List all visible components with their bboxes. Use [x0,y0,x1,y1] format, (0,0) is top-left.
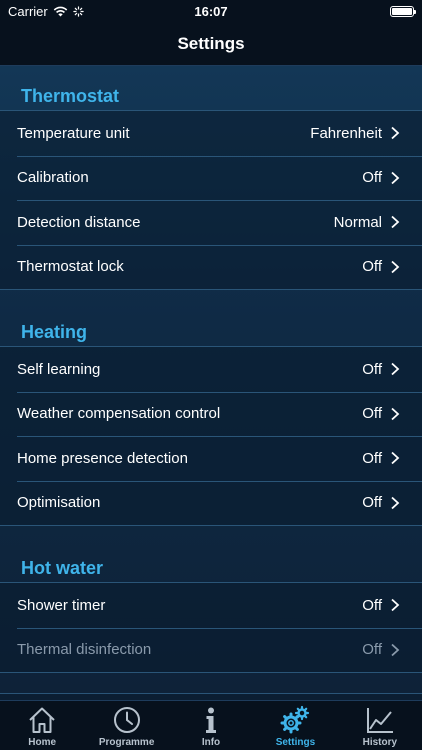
row-value: Off [362,360,382,378]
section-group-partial [0,693,422,700]
info-icon [206,707,217,733]
chevron-right-icon [391,407,400,420]
row-value: Off [362,596,382,614]
row-label: Temperature unit [17,124,130,142]
chart-icon [366,708,393,733]
row-value: Normal [333,213,382,231]
row-value: Off [362,258,382,276]
section-group-thermostat: Temperature unit Fahrenheit Calibration … [0,110,422,290]
section-header-hot-water: Hot water [21,558,104,578]
row-label: Calibration [17,169,89,187]
row-label: Shower timer [17,596,106,614]
tab-programme[interactable]: Programme [84,701,168,750]
row-value: Off [362,449,382,467]
row-value: Off [362,494,382,512]
row-thermal-disinfection: Thermal disinfection Off [0,627,422,673]
row-value: Off [362,169,382,187]
tab-label: Programme [98,737,155,748]
tab-label: History [362,737,398,748]
tab-label: Settings [275,737,316,748]
wifi-icon [53,6,67,16]
tab-home[interactable]: Home [0,701,84,750]
carrier-label: Carrier [8,3,48,19]
row-label: Detection distance [17,213,141,231]
chevron-right-icon [391,127,400,140]
row-label: Home presence detection [17,449,188,467]
row-label: Weather compensation control [17,405,221,423]
chevron-right-icon [391,363,400,376]
tab-info[interactable]: Info [169,701,253,750]
row-detection-distance[interactable]: Detection distance Normal [0,200,422,245]
chevron-right-icon [391,599,400,612]
tab-label: Info [201,737,221,748]
row-calibration[interactable]: Calibration Off [0,155,422,201]
row-thermostat-lock[interactable]: Thermostat lock Off [0,244,422,290]
gears-icon [280,705,310,734]
chevron-right-icon [391,216,400,229]
chevron-right-icon [391,643,400,656]
activity-spinner-icon [73,5,84,17]
section-header-thermostat: Thermostat [21,86,120,106]
row-value: Fahrenheit [310,124,382,142]
row-self-learning[interactable]: Self learning Off [0,347,422,392]
row-weather-compensation-control[interactable]: Weather compensation control Off [0,391,422,437]
row-home-presence-detection[interactable]: Home presence detection Off [0,436,422,481]
row-label: Self learning [17,360,101,378]
tab-bar: Home Programme Info Settings History [0,700,422,750]
battery-icon [390,5,416,17]
row-shower-timer[interactable]: Shower timer Off [0,583,422,628]
section-header-heating: Heating [21,322,88,342]
row-label: Thermostat lock [17,258,124,276]
row-value: Off [362,405,382,423]
page-title: Settings [177,33,245,53]
chevron-right-icon [391,452,400,465]
row-label: Optimisation [17,494,101,512]
chevron-right-icon [391,260,400,273]
status-left: Carrier [8,4,84,19]
tab-label: Home [28,737,57,748]
section-group-heating: Self learning Off Weather compensation c… [0,346,422,526]
status-bar: Carrier 16:07 [0,0,422,22]
row-temperature-unit[interactable]: Temperature unit Fahrenheit [0,111,422,156]
clock-icon [113,707,140,733]
section-group-hot-water: Shower timer Off Thermal disinfection Of… [0,582,422,673]
row-value: Off [362,641,382,659]
chevron-right-icon [391,171,400,184]
row-optimisation[interactable]: Optimisation Off [0,480,422,526]
row-label: Thermal disinfection [17,641,152,659]
tab-settings[interactable]: Settings [253,701,337,750]
home-icon [29,707,55,733]
settings-list[interactable]: Thermostat Temperature unit Fahrenheit C… [0,66,422,700]
tab-history[interactable]: History [338,701,422,750]
chevron-right-icon [391,496,400,509]
navigation-bar: Settings [0,22,422,66]
